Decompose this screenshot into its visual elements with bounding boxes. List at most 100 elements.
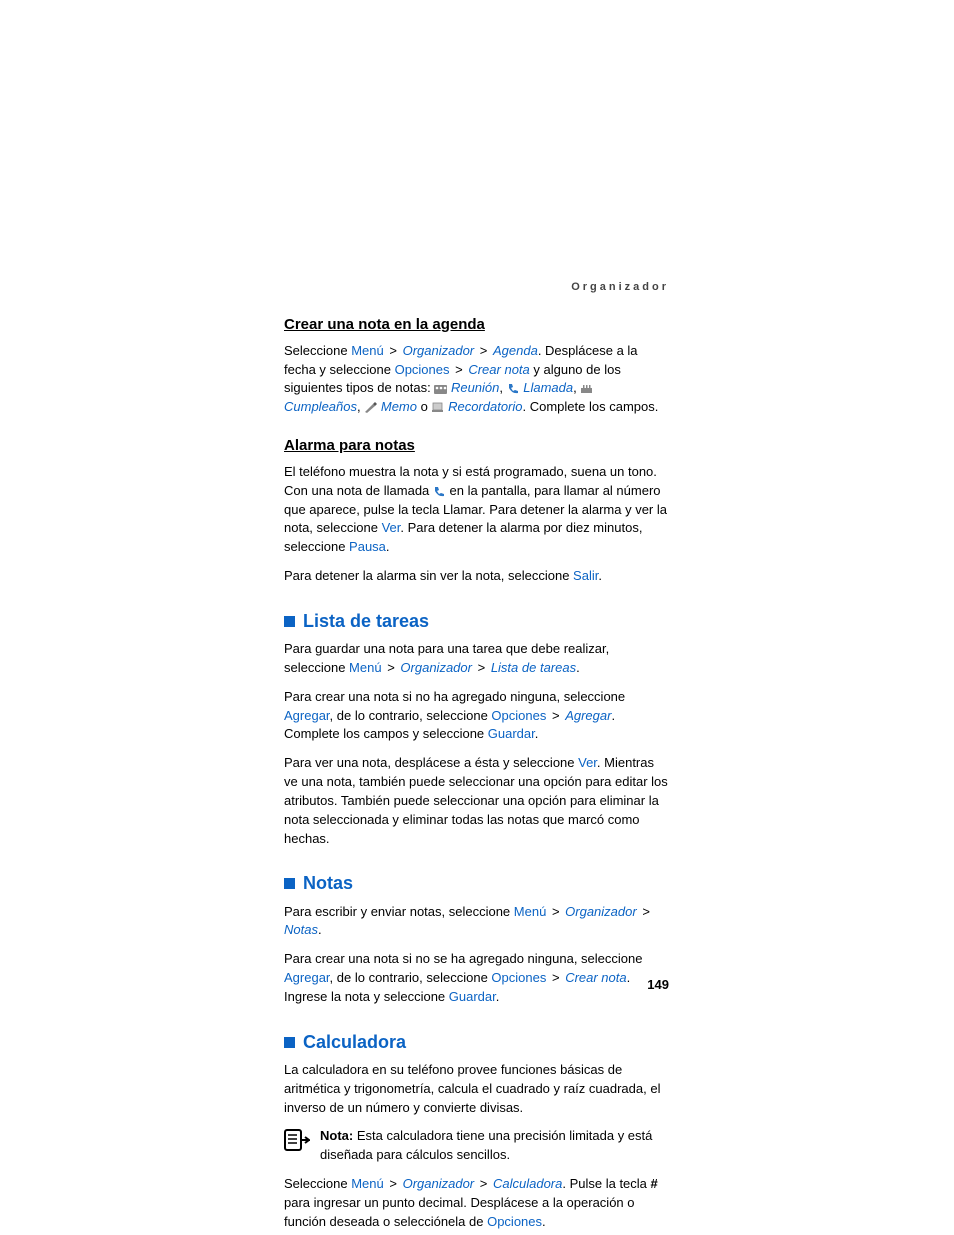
- text: Para crear una nota si no se ha agregado…: [284, 951, 642, 966]
- page-number: 149: [647, 976, 669, 995]
- cumpleanos-ref: Cumpleaños: [284, 399, 357, 414]
- alarma-paragraph-2: Para detener la alarma sin ver la nota, …: [284, 567, 669, 586]
- llamada-ref: Llamada: [523, 380, 573, 395]
- heading-text: Lista de tareas: [303, 611, 429, 631]
- separator: >: [550, 970, 562, 985]
- alarma-paragraph-1: El teléfono muestra la nota y si está pr…: [284, 463, 669, 557]
- heading-text: Calculadora: [303, 1032, 406, 1052]
- calc-paragraph-1: La calculadora en su teléfono provee fun…: [284, 1061, 669, 1118]
- organizador-ref: Organizador: [400, 660, 472, 675]
- text: .: [542, 1214, 546, 1229]
- salir-ref: Salir: [573, 568, 598, 583]
- separator: >: [478, 1176, 490, 1191]
- text: o: [417, 399, 431, 414]
- phone-icon: [433, 486, 446, 497]
- agregar-ref: Agregar: [565, 708, 611, 723]
- text: , de lo contrario, seleccione: [330, 708, 492, 723]
- agregar-ref: Agregar: [284, 708, 330, 723]
- recordatorio-ref: Recordatorio: [448, 399, 522, 414]
- text: Esta calculadora tiene una precisión lim…: [320, 1128, 652, 1162]
- text: ,: [499, 380, 506, 395]
- separator: >: [453, 362, 465, 377]
- text: .: [598, 568, 602, 583]
- crear-nota-ref: Crear nota: [468, 362, 529, 377]
- menu-ref: Menú: [349, 660, 382, 675]
- hash-key: #: [651, 1176, 658, 1191]
- note-callout: Nota: Esta calculadora tiene una precisi…: [284, 1127, 669, 1165]
- opciones-ref: Opciones: [395, 362, 450, 377]
- reminder-icon: [431, 402, 444, 413]
- guardar-ref: Guardar: [488, 726, 535, 741]
- menu-ref: Menú: [514, 904, 547, 919]
- heading-lista-tareas: Lista de tareas: [284, 608, 669, 634]
- heading-crear-nota: Crear una nota en la agenda: [284, 314, 669, 336]
- note-icon: [284, 1129, 310, 1151]
- text: Seleccione: [284, 1176, 351, 1191]
- crear-nota-paragraph: Seleccione Menú > Organizador > Agenda . …: [284, 342, 669, 417]
- lista-paragraph-2: Para crear una nota si no ha agregado ni…: [284, 688, 669, 745]
- square-bullet-icon: [284, 1037, 295, 1048]
- menu-ref: Menú: [351, 343, 384, 358]
- separator: >: [387, 343, 399, 358]
- separator: >: [550, 708, 562, 723]
- separator: >: [385, 660, 397, 675]
- text: Para ver una nota, desplácese a ésta y s…: [284, 755, 578, 770]
- text: .: [386, 539, 390, 554]
- organizador-ref: Organizador: [403, 343, 475, 358]
- notas-paragraph-1: Para escribir y enviar notas, seleccione…: [284, 903, 669, 941]
- opciones-ref: Opciones: [491, 708, 546, 723]
- text: , de lo contrario, seleccione: [330, 970, 492, 985]
- note-label: Nota:: [320, 1128, 353, 1143]
- pausa-ref: Pausa: [349, 539, 386, 554]
- separator: >: [550, 904, 562, 919]
- organizador-ref: Organizador: [565, 904, 637, 919]
- reunion-ref: Reunión: [451, 380, 499, 395]
- text: ,: [573, 380, 580, 395]
- text: .: [318, 922, 322, 937]
- agenda-ref: Agenda: [493, 343, 538, 358]
- calc-paragraph-2: Seleccione Menú > Organizador > Calculad…: [284, 1175, 669, 1232]
- note-text: Nota: Esta calculadora tiene una precisi…: [320, 1127, 669, 1165]
- text: . Complete los campos.: [523, 399, 659, 414]
- text: Para detener la alarma sin ver la nota, …: [284, 568, 573, 583]
- phone-icon: [507, 383, 520, 394]
- text: .: [576, 660, 580, 675]
- square-bullet-icon: [284, 878, 295, 889]
- lista-paragraph-1: Para guardar una nota para una tarea que…: [284, 640, 669, 678]
- opciones-ref: Opciones: [487, 1214, 542, 1229]
- agregar-ref: Agregar: [284, 970, 330, 985]
- organizador-ref: Organizador: [403, 1176, 475, 1191]
- document-page: Organizador Crear una nota en la agenda …: [0, 0, 954, 1235]
- running-header: Organizador: [284, 280, 669, 296]
- text: ,: [357, 399, 364, 414]
- text: . Pulse la tecla: [562, 1176, 650, 1191]
- lista-tareas-ref: Lista de tareas: [491, 660, 576, 675]
- text: Para crear una nota si no ha agregado ni…: [284, 689, 625, 704]
- heading-text: Notas: [303, 873, 353, 893]
- text: para ingresar un punto decimal. Despláce…: [284, 1195, 635, 1229]
- square-bullet-icon: [284, 616, 295, 627]
- notas-ref: Notas: [284, 922, 318, 937]
- guardar-ref: Guardar: [449, 989, 496, 1004]
- separator: >: [387, 1176, 399, 1191]
- memo-ref: Memo: [381, 399, 417, 414]
- crear-nota-ref: Crear nota: [565, 970, 626, 985]
- heading-notas: Notas: [284, 870, 669, 896]
- text: .: [535, 726, 539, 741]
- separator: >: [478, 343, 490, 358]
- birthday-icon: [580, 383, 593, 394]
- calculadora-ref: Calculadora: [493, 1176, 562, 1191]
- lista-paragraph-3: Para ver una nota, desplácese a ésta y s…: [284, 754, 669, 848]
- separator: >: [640, 904, 652, 919]
- notas-paragraph-2: Para crear una nota si no se ha agregado…: [284, 950, 669, 1007]
- text: .: [496, 989, 500, 1004]
- ver-ref: Ver: [578, 755, 597, 770]
- meeting-icon: [434, 383, 447, 394]
- text: Seleccione: [284, 343, 351, 358]
- ver-ref: Ver: [382, 520, 401, 535]
- memo-icon: [364, 402, 377, 413]
- menu-ref: Menú: [351, 1176, 384, 1191]
- opciones-ref: Opciones: [491, 970, 546, 985]
- heading-alarma: Alarma para notas: [284, 435, 669, 457]
- separator: >: [476, 660, 488, 675]
